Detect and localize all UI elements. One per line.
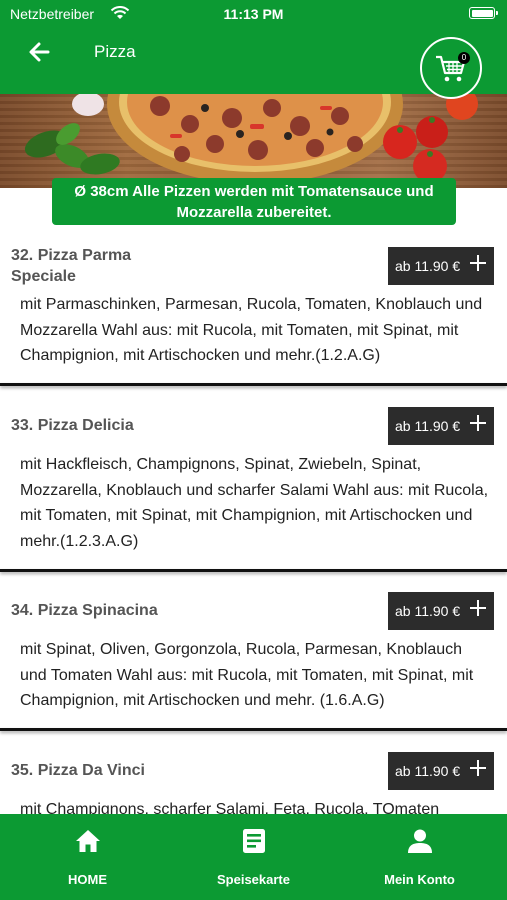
divider [0,383,507,386]
add-to-cart-button[interactable]: ab 11.90 € [388,407,494,445]
tab-label: Mein Konto [384,872,455,887]
item-price: ab 11.90 € [395,418,461,434]
item-description: mit Champignons, scharfer Salami, Feta, … [20,801,440,814]
add-to-cart-button[interactable]: ab 11.90 € [388,752,494,790]
tab-label: HOME [68,872,107,887]
list-item: 33. Pizza Delicia ab 11.90 € mit Hackfle… [0,400,507,570]
plus-icon [470,415,486,431]
tab-label: Speisekarte [217,872,290,887]
status-bar: Netzbetreiber 11:13 PM [0,0,507,28]
plus-icon [470,255,486,271]
item-description: mit Hackfleisch, Champignons, Spinat, Zw… [20,456,489,550]
plus-icon [470,600,486,616]
item-title: 35. Pizza Da Vinci [11,762,145,779]
banner-image [0,94,507,188]
add-to-cart-button[interactable]: ab 11.90 € [388,247,494,285]
list-item: 35. Pizza Da Vinci ab 11.90 € mit Champi… [0,745,507,814]
item-description: mit Parmaschinken, Parmesan, Rucola, Tom… [20,296,483,364]
tab-speisekarte[interactable]: Speisekarte [169,814,338,900]
product-list: 32. Pizza Parma Speciale ab 11.90 € mit … [0,225,507,814]
list-item: 34. Pizza Spinacina ab 11.90 € mit Spina… [0,585,507,727]
cart-count-badge: 0 [458,52,470,64]
item-description: mit Spinat, Oliven, Gorgonzola, Rucola, … [20,641,474,709]
user-icon [408,829,432,853]
battery-icon [469,7,498,19]
home-icon [76,830,100,852]
item-title: 32. Pizza Parma Speciale [11,247,132,285]
list-item: 32. Pizza Parma Speciale ab 11.90 € mit … [0,225,507,383]
divider [0,728,507,731]
back-button[interactable] [24,36,56,68]
bottom-tab-bar: HOME Speisekarte Mein Konto [0,814,507,900]
item-price: ab 11.90 € [395,258,461,274]
item-title: 33. Pizza Delicia [11,417,134,434]
cart-button[interactable]: 0 [420,37,482,99]
tab-mein-konto[interactable]: Mein Konto [335,814,504,900]
pizza-info-notice: Ø 38cm Alle Pizzen werden mit Tomatensau… [52,178,456,225]
item-price: ab 11.90 € [395,603,461,619]
page-title: Pizza [94,42,136,61]
plus-icon [470,760,486,776]
menu-list-icon [243,829,265,853]
tab-home[interactable]: HOME [3,814,172,900]
divider [0,569,507,572]
back-arrow-icon [29,42,50,62]
status-time: 11:13 PM [223,6,284,22]
item-title: 34. Pizza Spinacina [11,602,158,619]
item-price: ab 11.90 € [395,763,461,779]
add-to-cart-button[interactable]: ab 11.90 € [388,592,494,630]
